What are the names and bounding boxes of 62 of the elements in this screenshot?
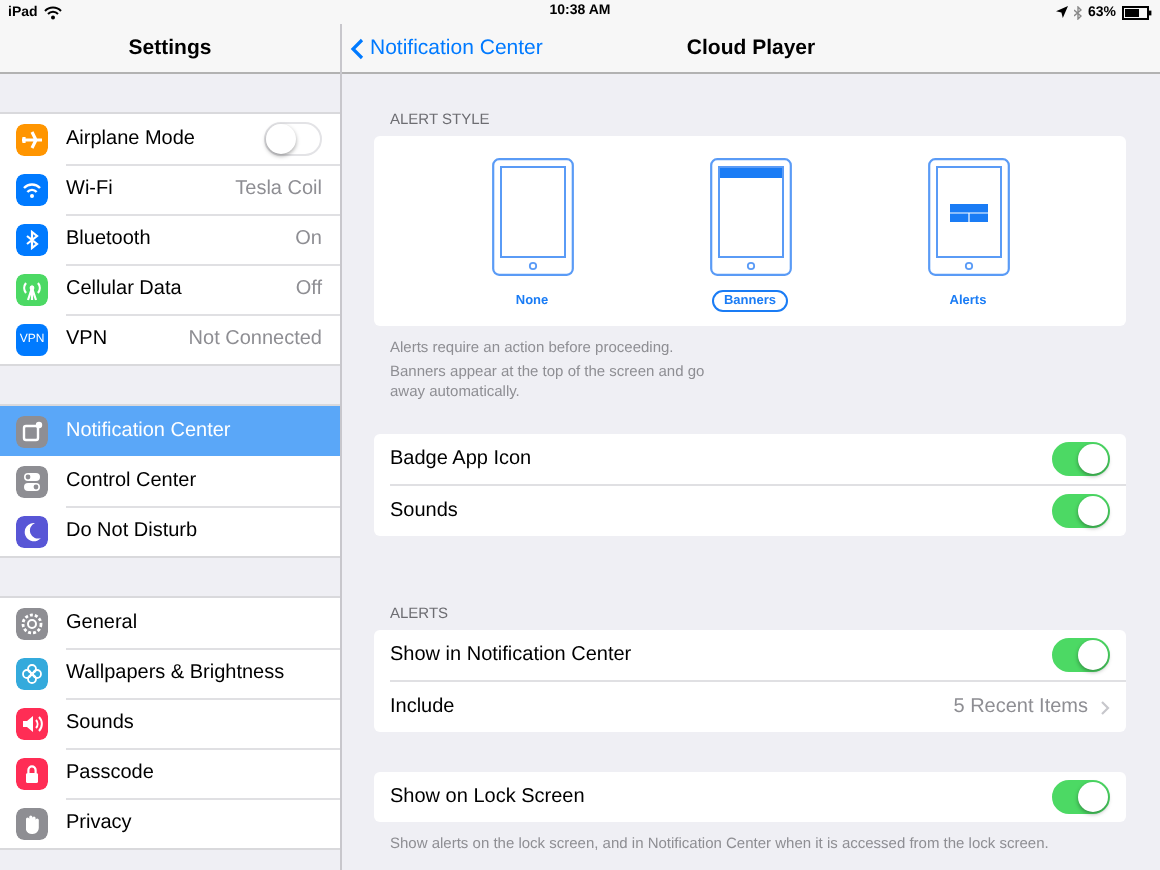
gear-icon bbox=[16, 607, 48, 639]
row-label: Sounds bbox=[390, 500, 458, 522]
flower-icon bbox=[16, 657, 48, 689]
lock-icon bbox=[16, 757, 48, 789]
hand-icon bbox=[16, 807, 48, 839]
row-label: Passcode bbox=[66, 761, 154, 783]
row-label: Show in Notification Center bbox=[390, 644, 632, 666]
antenna-icon bbox=[16, 273, 48, 305]
row-label: Airplane Mode bbox=[66, 127, 195, 149]
toggle-switch[interactable] bbox=[264, 121, 322, 155]
airplane-icon bbox=[16, 123, 48, 155]
settings-row[interactable]: Control Center bbox=[0, 456, 340, 506]
tablet-icon bbox=[491, 158, 573, 276]
settings-row[interactable]: Wallpapers & Brightness bbox=[0, 648, 340, 698]
sidebar-title: Settings bbox=[128, 36, 212, 60]
settings-row[interactable]: Passcode bbox=[0, 748, 340, 798]
bluetooth-icon bbox=[1073, 5, 1082, 19]
toggle-switch[interactable] bbox=[1052, 442, 1110, 476]
chevron-left-icon bbox=[350, 37, 364, 59]
row-label: Include bbox=[390, 696, 455, 718]
settings-row[interactable]: Airplane Mode bbox=[0, 114, 340, 164]
row-value: Off bbox=[295, 277, 322, 299]
settings-row[interactable]: General bbox=[0, 598, 340, 648]
row-label: Control Center bbox=[66, 469, 197, 491]
back-button[interactable]: Notification Center bbox=[350, 24, 543, 72]
row-label: Badge App Icon bbox=[390, 448, 532, 470]
settings-row[interactable]: Sounds bbox=[0, 698, 340, 748]
row-label: Wi-Fi bbox=[66, 177, 113, 199]
toggle-switch[interactable] bbox=[1052, 494, 1110, 528]
wifi-icon bbox=[16, 173, 48, 205]
tablet-icon bbox=[927, 158, 1009, 276]
row-label: Wallpapers & Brightness bbox=[66, 661, 285, 683]
settings-row[interactable]: Wi-Fi Tesla Coil bbox=[0, 164, 340, 214]
settings-row[interactable]: Privacy bbox=[0, 798, 340, 848]
page-title: Cloud Player bbox=[686, 36, 816, 60]
settings-row[interactable]: Cellular Data Off bbox=[0, 264, 340, 314]
notification-icon bbox=[16, 415, 48, 447]
row-label: Bluetooth bbox=[66, 227, 151, 249]
row-label: Sounds bbox=[66, 711, 134, 733]
toggle-switch[interactable] bbox=[1052, 780, 1110, 814]
bluetooth-icon bbox=[16, 223, 48, 255]
location-arrow-icon bbox=[1055, 6, 1068, 18]
row-label: Notification Center bbox=[66, 419, 231, 441]
wifi-icon bbox=[43, 5, 62, 19]
row-label: General bbox=[66, 611, 138, 633]
settings-row[interactable]: Do Not Disturb bbox=[0, 506, 340, 556]
row-label: Cellular Data bbox=[66, 277, 182, 299]
toggles-icon bbox=[16, 465, 48, 497]
moon-icon bbox=[16, 515, 48, 547]
row-value: Tesla Coil bbox=[235, 177, 322, 199]
row-label: Privacy bbox=[66, 812, 132, 834]
toggle-switch[interactable] bbox=[1052, 638, 1110, 672]
row-value: On bbox=[295, 227, 322, 249]
row-label: Do Not Disturb bbox=[66, 520, 198, 542]
speaker-icon bbox=[16, 707, 48, 739]
row-value: Not Connected bbox=[188, 328, 322, 350]
battery-icon bbox=[1122, 5, 1152, 19]
tablet-icon bbox=[709, 158, 791, 276]
row-label: Show on Lock Screen bbox=[390, 786, 585, 808]
row-label: VPN bbox=[66, 328, 108, 350]
settings-row[interactable]: Bluetooth On bbox=[0, 214, 340, 264]
chevron-right-icon bbox=[1100, 699, 1110, 715]
